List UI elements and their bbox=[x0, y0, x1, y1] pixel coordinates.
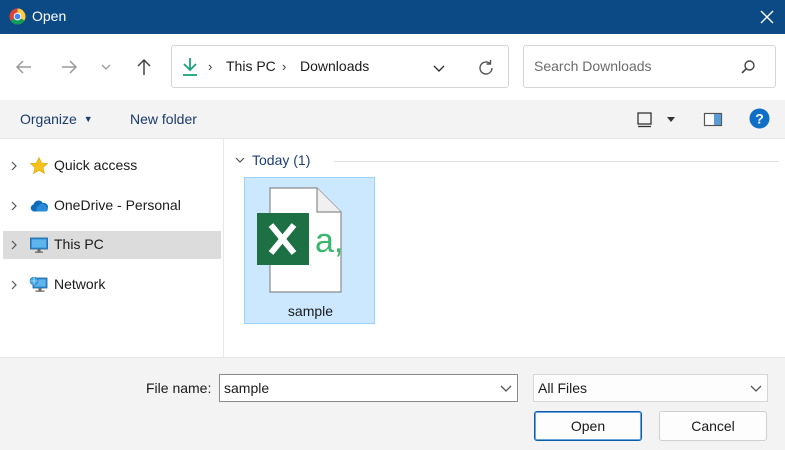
open-button[interactable]: Open bbox=[534, 411, 642, 441]
sidebar-item-label: OneDrive - Personal bbox=[54, 197, 181, 213]
title-bar: Open bbox=[0, 0, 785, 34]
forward-arrow-icon[interactable] bbox=[58, 56, 80, 78]
sidebar-item-network[interactable]: Network bbox=[3, 271, 221, 299]
file-item-sample[interactable]: a, sample bbox=[244, 177, 375, 324]
file-name-input[interactable]: sample bbox=[219, 374, 518, 402]
group-label: Today (1) bbox=[252, 152, 311, 168]
window-title: Open bbox=[32, 8, 67, 24]
view-options-caret-icon[interactable] bbox=[666, 114, 676, 124]
preview-pane-icon[interactable] bbox=[703, 111, 723, 129]
breadcrumb-separator-icon: › bbox=[208, 59, 213, 74]
sidebar-item-label: Quick access bbox=[54, 157, 138, 173]
refresh-icon[interactable] bbox=[475, 57, 497, 79]
address-bar[interactable]: › This PC › Downloads bbox=[171, 45, 509, 88]
up-arrow-icon[interactable] bbox=[133, 56, 155, 78]
cancel-button[interactable]: Cancel bbox=[659, 411, 767, 441]
chevron-down-icon[interactable] bbox=[750, 384, 762, 394]
breadcrumb-separator-icon: › bbox=[282, 59, 287, 74]
group-header-today[interactable]: Today (1) bbox=[234, 151, 779, 171]
expand-chevron-icon[interactable] bbox=[9, 279, 19, 291]
file-list-pane: Today (1) a, sample bbox=[224, 139, 785, 357]
chrome-app-icon bbox=[9, 8, 26, 25]
close-icon[interactable] bbox=[756, 6, 778, 28]
organize-button[interactable]: Organize ▼ bbox=[20, 111, 93, 127]
view-layout-icon[interactable] bbox=[636, 111, 654, 129]
expand-chevron-icon[interactable] bbox=[9, 239, 19, 251]
command-toolbar: Organize ▼ New folder ? bbox=[0, 100, 785, 139]
sidebar-item-label: This PC bbox=[54, 236, 104, 252]
sidebar-item-quick-access[interactable]: Quick access bbox=[3, 152, 221, 180]
star-icon bbox=[29, 156, 49, 175]
sidebar-item-onedrive[interactable]: OneDrive - Personal bbox=[3, 192, 221, 220]
cloud-icon bbox=[30, 200, 49, 212]
organize-label: Organize bbox=[20, 111, 77, 127]
back-arrow-icon[interactable] bbox=[13, 56, 35, 78]
address-dropdown-chevron-icon[interactable] bbox=[430, 59, 448, 77]
dialog-footer: File name: sample All Files Open Cancel bbox=[0, 357, 785, 450]
network-icon bbox=[29, 276, 48, 292]
monitor-icon bbox=[30, 237, 48, 253]
search-icon[interactable] bbox=[739, 58, 757, 76]
expand-chevron-icon[interactable] bbox=[9, 160, 19, 172]
file-type-value: All Files bbox=[538, 380, 588, 396]
svg-text:?: ? bbox=[755, 111, 764, 127]
file-name-label: sample bbox=[287, 303, 334, 319]
file-type-select[interactable]: All Files bbox=[533, 374, 768, 402]
svg-text:a,: a, bbox=[315, 222, 343, 260]
search-box[interactable]: Search Downloads bbox=[523, 45, 776, 88]
excel-file-icon: a, bbox=[257, 187, 343, 293]
new-folder-button[interactable]: New folder bbox=[130, 111, 197, 127]
breadcrumb-this-pc[interactable]: This PC bbox=[226, 58, 276, 74]
help-icon[interactable]: ? bbox=[749, 108, 770, 129]
expand-chevron-icon[interactable] bbox=[9, 200, 19, 212]
download-arrow-icon bbox=[183, 58, 197, 76]
file-name-value: sample bbox=[224, 380, 270, 396]
caret-down-icon: ▼ bbox=[83, 114, 93, 124]
recent-locations-chevron-icon[interactable] bbox=[98, 56, 114, 78]
group-divider bbox=[334, 161, 779, 162]
chevron-down-icon[interactable] bbox=[500, 384, 512, 394]
search-placeholder: Search Downloads bbox=[534, 58, 652, 74]
collapse-chevron-icon[interactable] bbox=[234, 154, 246, 166]
file-name-label: File name: bbox=[146, 380, 212, 396]
breadcrumb-downloads[interactable]: Downloads bbox=[300, 58, 369, 74]
navigation-pane: Quick access OneDrive - Personal This PC bbox=[0, 139, 224, 357]
sidebar-item-label: Network bbox=[54, 276, 106, 292]
navigation-bar: › This PC › Downloads Search Downloads bbox=[0, 34, 785, 100]
sidebar-item-this-pc[interactable]: This PC bbox=[3, 231, 221, 259]
